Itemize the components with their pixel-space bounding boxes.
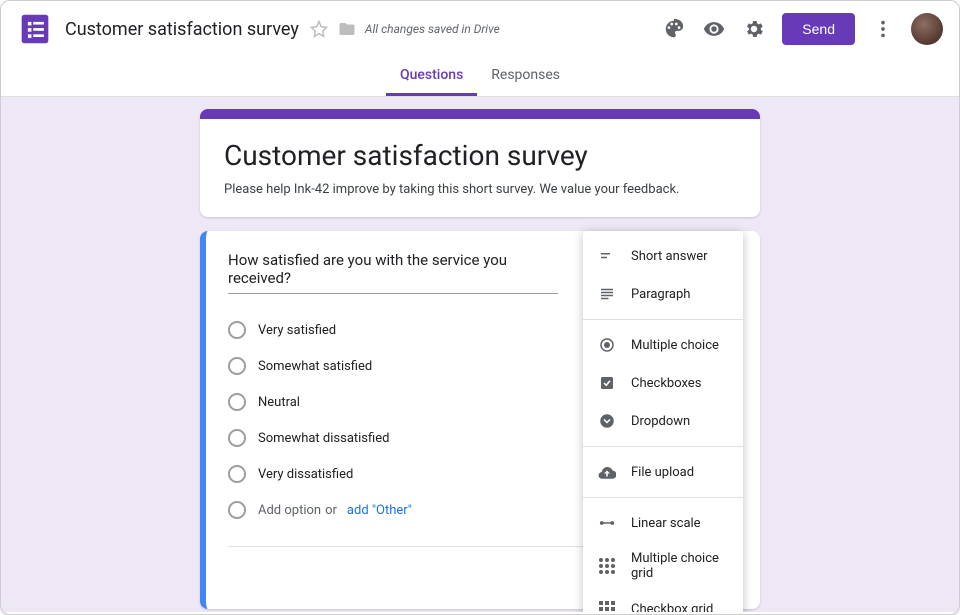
menu-label: Short answer xyxy=(631,249,708,264)
menu-item-multiple-choice[interactable]: Multiple choice xyxy=(583,326,743,364)
or-text: or xyxy=(325,503,337,518)
add-other-link[interactable]: add "Other" xyxy=(347,503,412,518)
option-label[interactable]: Very dissatisfied xyxy=(258,467,353,482)
settings-icon[interactable] xyxy=(734,9,774,49)
preview-icon[interactable] xyxy=(694,9,734,49)
cloud-upload-icon xyxy=(597,462,617,482)
menu-label: Checkbox grid xyxy=(631,602,713,613)
question-type-menu: Short answer Paragraph Multiple choice C xyxy=(583,231,743,612)
radio-icon xyxy=(228,501,246,519)
menu-item-file-upload[interactable]: File upload xyxy=(583,453,743,491)
menu-item-multiple-choice-grid[interactable]: Multiple choice grid xyxy=(583,542,743,590)
menu-item-checkboxes[interactable]: Checkboxes xyxy=(583,364,743,402)
menu-item-paragraph[interactable]: Paragraph xyxy=(583,275,743,313)
menu-item-linear-scale[interactable]: Linear scale xyxy=(583,504,743,542)
tab-bar: Questions Responses xyxy=(1,57,959,97)
menu-item-dropdown[interactable]: Dropdown xyxy=(583,402,743,440)
dropdown-icon xyxy=(597,411,617,431)
document-title[interactable]: Customer satisfaction survey xyxy=(65,19,299,40)
option-label[interactable]: Somewhat dissatisfied xyxy=(258,431,389,446)
menu-label: Checkboxes xyxy=(631,376,701,391)
option-label[interactable]: Somewhat satisfied xyxy=(258,359,372,374)
radio-icon xyxy=(228,429,246,447)
add-option-label[interactable]: Add option xyxy=(258,503,321,518)
menu-label: Paragraph xyxy=(631,287,690,302)
menu-item-checkbox-grid[interactable]: Checkbox grid xyxy=(583,590,743,612)
form-canvas: Customer satisfaction survey Please help… xyxy=(1,97,959,612)
grid-circles-icon xyxy=(597,556,617,576)
move-to-folder-icon[interactable] xyxy=(337,19,357,39)
form-title-card[interactable]: Customer satisfaction survey Please help… xyxy=(200,109,760,217)
paragraph-icon xyxy=(597,284,617,304)
account-avatar[interactable] xyxy=(911,13,943,45)
linear-scale-icon xyxy=(597,513,617,533)
question-text-input[interactable]: How satisfied are you with the service y… xyxy=(228,251,558,294)
menu-separator xyxy=(583,446,743,447)
short-answer-icon xyxy=(597,246,617,266)
menu-label: File upload xyxy=(631,465,694,480)
menu-separator xyxy=(583,319,743,320)
star-icon[interactable] xyxy=(309,19,329,39)
customize-theme-icon[interactable] xyxy=(654,9,694,49)
menu-label: Multiple choice grid xyxy=(631,551,729,581)
save-status: All changes saved in Drive xyxy=(365,22,500,36)
checkbox-icon xyxy=(597,373,617,393)
radio-icon xyxy=(228,321,246,339)
app-header: Customer satisfaction survey All changes… xyxy=(1,1,959,57)
more-icon[interactable] xyxy=(863,9,903,49)
radio-icon xyxy=(228,357,246,375)
menu-label: Multiple choice xyxy=(631,338,719,353)
menu-item-short-answer[interactable]: Short answer xyxy=(583,237,743,275)
menu-label: Dropdown xyxy=(631,414,690,429)
grid-squares-icon xyxy=(597,599,617,612)
option-label[interactable]: Very satisfied xyxy=(258,323,336,338)
tab-responses[interactable]: Responses xyxy=(477,57,574,96)
tab-questions[interactable]: Questions xyxy=(386,57,477,96)
option-label[interactable]: Neutral xyxy=(258,395,300,410)
menu-label: Linear scale xyxy=(631,516,701,531)
radio-icon xyxy=(228,465,246,483)
radio-button-icon xyxy=(597,335,617,355)
send-button[interactable]: Send xyxy=(782,13,855,45)
menu-separator xyxy=(583,497,743,498)
forms-app-icon[interactable] xyxy=(17,11,53,47)
form-title[interactable]: Customer satisfaction survey xyxy=(224,139,736,172)
form-description[interactable]: Please help Ink-42 improve by taking thi… xyxy=(224,182,736,197)
radio-icon xyxy=(228,393,246,411)
